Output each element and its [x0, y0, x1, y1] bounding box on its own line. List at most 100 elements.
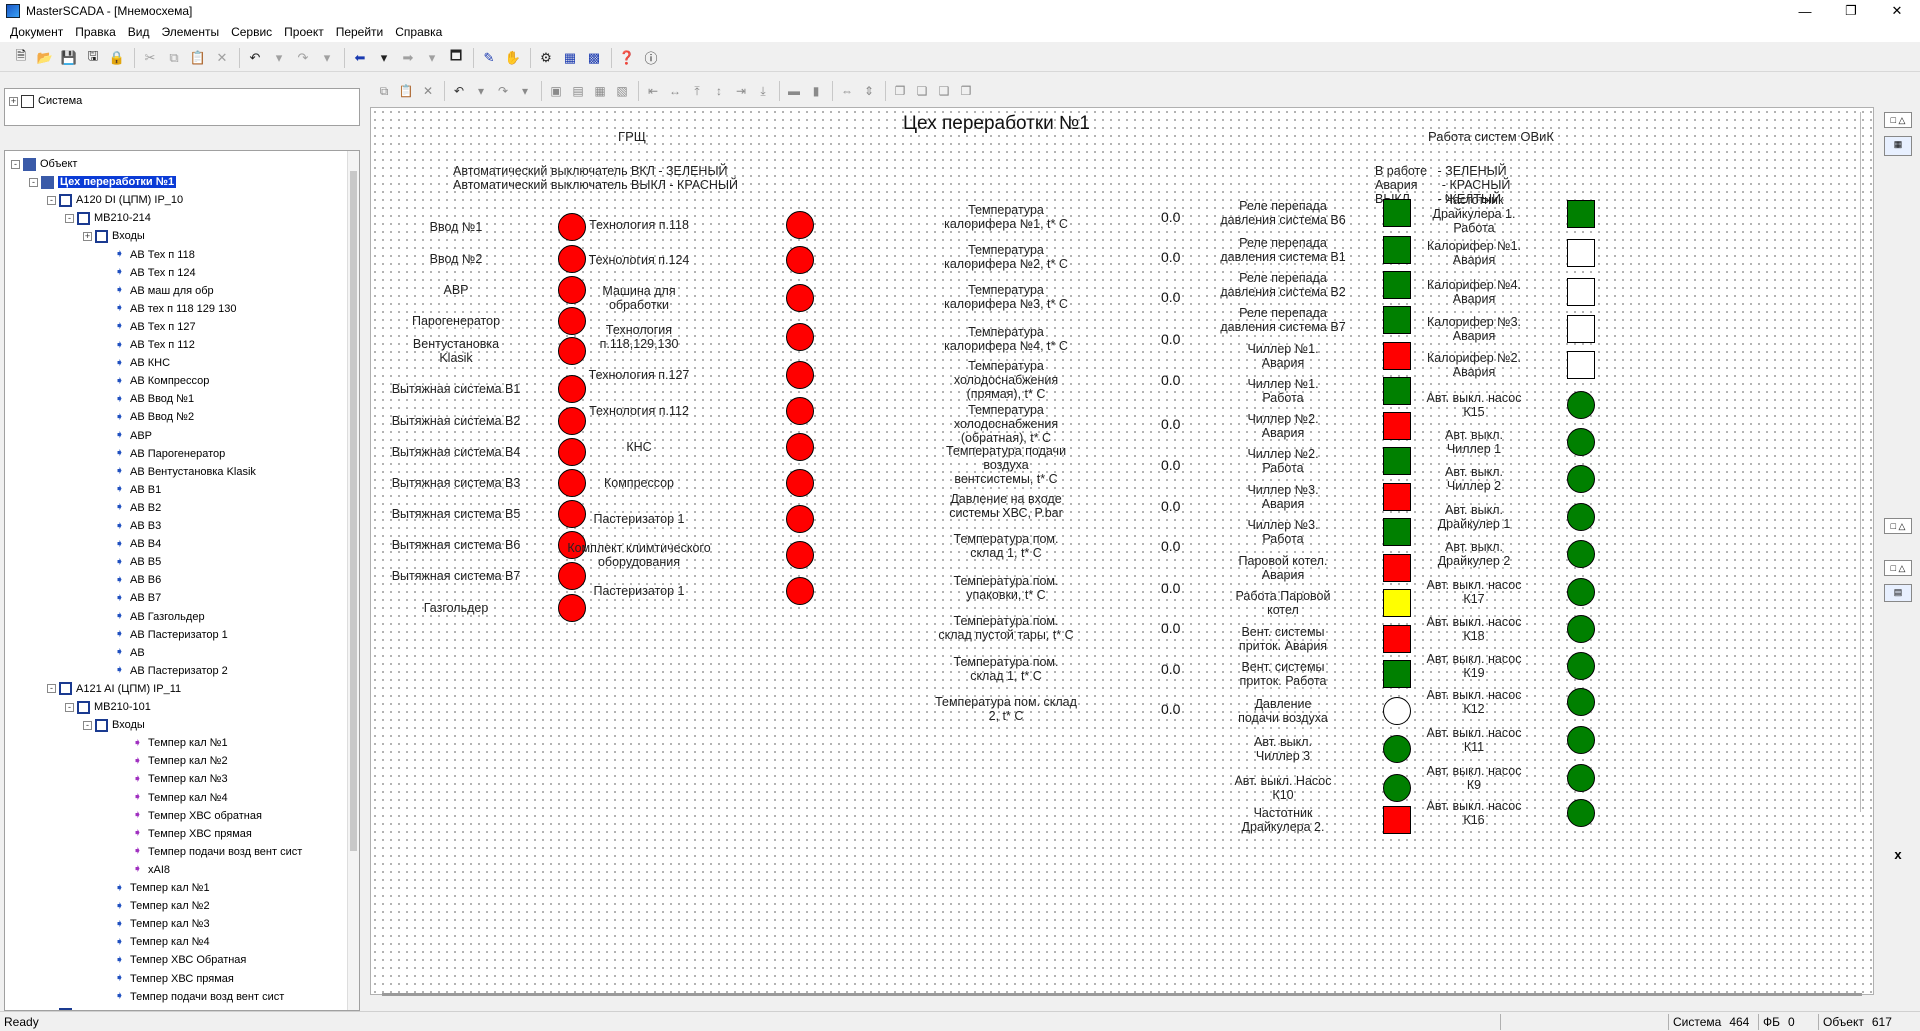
align-middle-icon[interactable]: ↕ [709, 80, 729, 102]
tree-scrollbar[interactable] [347, 151, 359, 1010]
align-center-icon[interactable]: ↔ [665, 80, 685, 102]
collapse-icon[interactable]: - [47, 684, 56, 694]
scheme-paste-icon[interactable]: 📋 [396, 80, 416, 102]
paste-icon[interactable]: 📋 [187, 47, 209, 69]
tree-item[interactable]: ➧ АВР [101, 427, 152, 445]
tree-item[interactable]: ➧ АВ В6 [101, 571, 161, 589]
ungroup-icon[interactable]: ▤ [568, 80, 588, 102]
menu-item[interactable]: Вид [122, 25, 156, 39]
status-indicator[interactable] [1567, 428, 1595, 456]
collapse-icon[interactable]: - [47, 195, 56, 205]
help-context-icon[interactable]: ❓ [616, 47, 638, 69]
status-indicator[interactable] [1567, 239, 1595, 267]
run-icon[interactable]: ▦ [559, 47, 581, 69]
space-v-icon[interactable]: ⇕ [859, 80, 879, 102]
menu-item[interactable]: Проект [278, 25, 330, 39]
bring-front-icon[interactable]: ❐ [890, 80, 910, 102]
status-indicator[interactable] [1567, 726, 1595, 754]
align-left-icon[interactable]: ⇤ [643, 80, 663, 102]
tree-item[interactable]: ➧ Темпер кал №2 [101, 897, 210, 915]
tree-item[interactable]: ➧ АВ Газгольдер [101, 608, 205, 626]
tree-item[interactable]: ➧ АВ В1 [101, 481, 161, 499]
breaker-indicator[interactable] [786, 469, 814, 497]
tree-item[interactable]: ➧ АВ КНС [101, 354, 170, 372]
device-icon[interactable]: ▩ [583, 47, 605, 69]
same-height-icon[interactable]: ▮ [806, 80, 826, 102]
tree-item[interactable]: ➧ xAI8 [119, 861, 170, 879]
tree-item[interactable]: ➧ АВ В2 [101, 499, 161, 517]
forward-dropdown-icon[interactable]: ▾ [421, 47, 443, 69]
forward-one-icon[interactable]: ❑ [934, 80, 954, 102]
status-indicator[interactable] [1567, 465, 1595, 493]
tree-item[interactable]: ➧ АВ Тех п 118 [101, 246, 195, 264]
snap-icon[interactable]: ▧ [612, 80, 632, 102]
tree-item[interactable]: ➧ АВ В4 [101, 535, 161, 553]
space-h-icon[interactable]: ⇔ [837, 80, 857, 102]
breaker-indicator[interactable] [786, 284, 814, 312]
tree-item[interactable]: - Входы [83, 716, 145, 734]
tree-item[interactable]: ➧ АВ Тех п 127 [101, 318, 196, 336]
tree-item[interactable]: ➧ АВ Тех п 112 [101, 336, 195, 354]
breaker-indicator[interactable] [786, 361, 814, 389]
expand-icon[interactable]: + [9, 96, 18, 106]
status-indicator[interactable] [1567, 351, 1595, 379]
scheme-redo-dropdown-icon[interactable]: ▾ [515, 80, 535, 102]
status-indicator[interactable] [1567, 540, 1595, 568]
canvas-vscroll[interactable] [1860, 112, 1870, 812]
close-panel-icon[interactable]: x [1884, 848, 1912, 864]
tree-item[interactable]: ➧ Темпер подачи возд вент сист [101, 988, 284, 1006]
tree-item[interactable]: - Цех переработки №1 [29, 173, 177, 191]
status-indicator[interactable] [1567, 615, 1595, 643]
tree-item[interactable]: ➧ Темпер кал №4 [119, 789, 228, 807]
minimize-button[interactable]: — [1782, 0, 1828, 22]
scheme-undo-dropdown-icon[interactable]: ▾ [471, 80, 491, 102]
delete-icon[interactable]: ✕ [211, 47, 233, 69]
tree-item[interactable]: ➧ АВ Парогенератор [101, 445, 225, 463]
tree-item[interactable]: ➧ АВ В5 [101, 553, 161, 571]
backward-one-icon[interactable]: ❒ [956, 80, 976, 102]
edit-pen-icon[interactable]: ✎ [478, 47, 500, 69]
status-indicator[interactable] [1567, 764, 1595, 792]
tree-item[interactable]: ➧ АВ Пастеризатор 2 [101, 662, 228, 680]
tree-item[interactable]: ➧ АВ [101, 644, 145, 662]
tree-item[interactable]: - Объект [11, 155, 77, 173]
menu-item[interactable]: Справка [389, 25, 448, 39]
menu-item[interactable]: Правка [69, 25, 122, 39]
breaker-indicator[interactable] [786, 433, 814, 461]
breaker-indicator[interactable] [786, 246, 814, 274]
align-bottom-icon[interactable]: ⤓ [753, 80, 773, 102]
breaker-indicator[interactable] [786, 577, 814, 605]
tree-item[interactable]: ➧ АВ Пастеризатор 1 [101, 626, 228, 644]
collapse-icon[interactable]: - [11, 159, 20, 169]
info-icon[interactable]: ⓘ [640, 47, 662, 69]
pin-button-2[interactable]: □ △ [1884, 518, 1912, 534]
status-indicator[interactable] [1567, 688, 1595, 716]
align-top-icon[interactable]: ⤒ [687, 80, 707, 102]
status-indicator[interactable] [1567, 652, 1595, 680]
forward-icon[interactable]: ➡ [397, 47, 419, 69]
status-indicator[interactable] [1567, 799, 1595, 827]
menu-item[interactable]: Документ [4, 25, 69, 39]
maximize-button[interactable]: ❐ [1828, 0, 1874, 22]
hand-icon[interactable]: ✋ [502, 47, 524, 69]
tree-item[interactable]: - A121 AI (ЦПМ) IP_11 [47, 680, 181, 698]
status-indicator[interactable] [1567, 200, 1595, 228]
tree-item[interactable]: ➧ Темпер ХВС обратная [119, 807, 262, 825]
menu-item[interactable]: Перейти [330, 25, 390, 39]
expand-icon[interactable]: + [83, 231, 92, 241]
menu-item[interactable]: Сервис [225, 25, 278, 39]
tree-item[interactable]: ➧ АВ В3 [101, 517, 161, 535]
tree-item[interactable]: ➧ Темпер ХВС прямая [101, 970, 234, 988]
scheme-copy-icon[interactable]: ⧉ [374, 80, 394, 102]
redo-icon[interactable]: ↷ [292, 47, 314, 69]
palette-icon[interactable]: ▦ [1884, 136, 1912, 156]
tree-item[interactable]: ➧ АВ Тех п 124 [101, 264, 196, 282]
tree-item[interactable]: ➧ АВ В7 [101, 589, 161, 607]
tree-item[interactable]: ➧ Темпер ХВС прямая [119, 825, 252, 843]
scheme-delete-icon[interactable]: ✕ [418, 80, 438, 102]
mnemonic-canvas[interactable]: Цех переработки №1 ГРЩ Автоматический вы… [370, 107, 1874, 995]
tree-item[interactable]: + Входы [83, 227, 145, 245]
pin-button-1[interactable]: □ △ [1884, 112, 1912, 128]
new-document-icon[interactable]: 🗎 [10, 47, 32, 69]
cut-icon[interactable]: ✂ [139, 47, 161, 69]
